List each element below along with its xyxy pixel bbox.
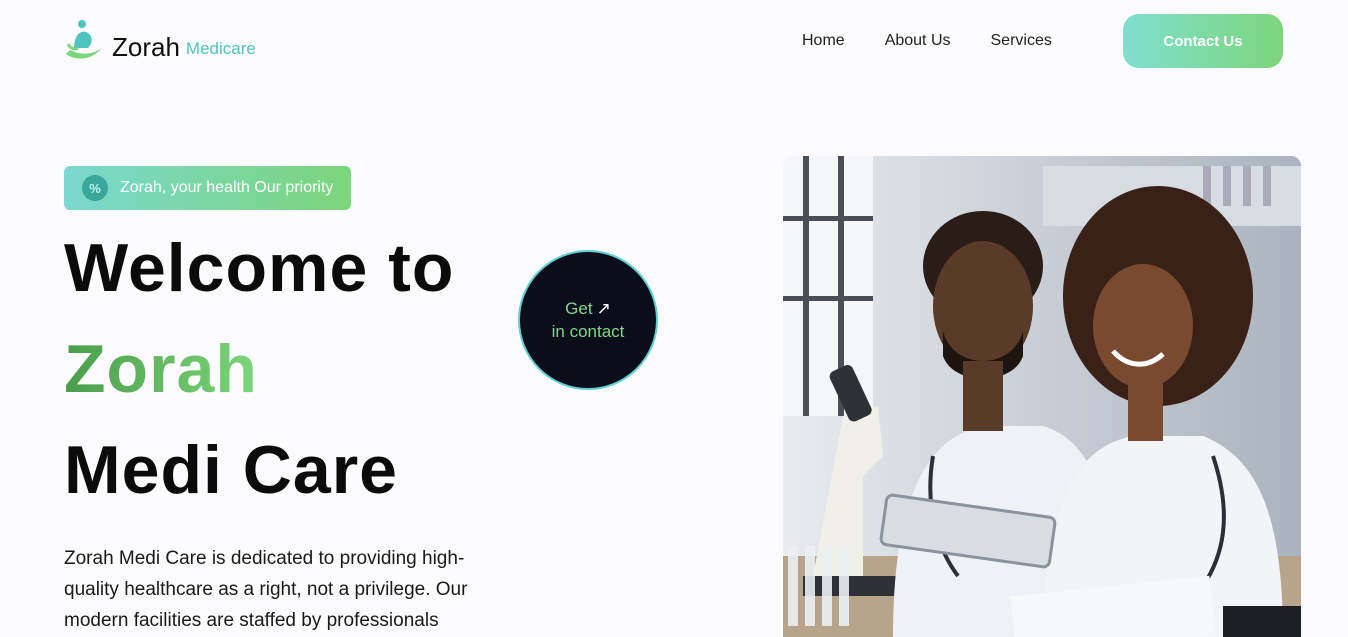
- hero-title-line-3: Medi Care: [64, 432, 398, 508]
- logo-icon: [66, 20, 102, 59]
- nav-home[interactable]: Home: [802, 31, 845, 51]
- site-header: Zorah Medicare Home About Us Services Co…: [0, 0, 1348, 82]
- percent-badge-icon: %: [82, 175, 108, 201]
- tagline-badge: % Zorah, your health Our priority: [64, 166, 351, 210]
- main-nav: Home About Us Services: [802, 31, 1092, 51]
- logo-subtitle: Medicare: [185, 39, 256, 58]
- contact-us-button[interactable]: Contact Us: [1123, 14, 1283, 68]
- get-in-contact-button[interactable]: Get ↗ in contact: [518, 250, 658, 390]
- cta-line-2: in contact: [551, 322, 625, 341]
- hero-photo-doctors: [783, 156, 1301, 637]
- arrow-up-right-icon: ↗: [596, 299, 611, 318]
- logo[interactable]: Zorah Medicare: [64, 18, 256, 62]
- hero-description: Zorah Medi Care is dedicated to providin…: [64, 548, 468, 631]
- cta-line-1: Get: [565, 299, 593, 318]
- logo-name: Zorah: [112, 32, 180, 62]
- doctors-lab-illustration: [783, 156, 1301, 637]
- tagline-text: Zorah, your health Our priority: [120, 179, 334, 196]
- hero-title-line-2: Zorah: [64, 331, 258, 407]
- hero-title-line-1: Welcome to: [64, 230, 455, 306]
- nav-services[interactable]: Services: [991, 31, 1052, 51]
- nav-about-us[interactable]: About Us: [885, 31, 951, 51]
